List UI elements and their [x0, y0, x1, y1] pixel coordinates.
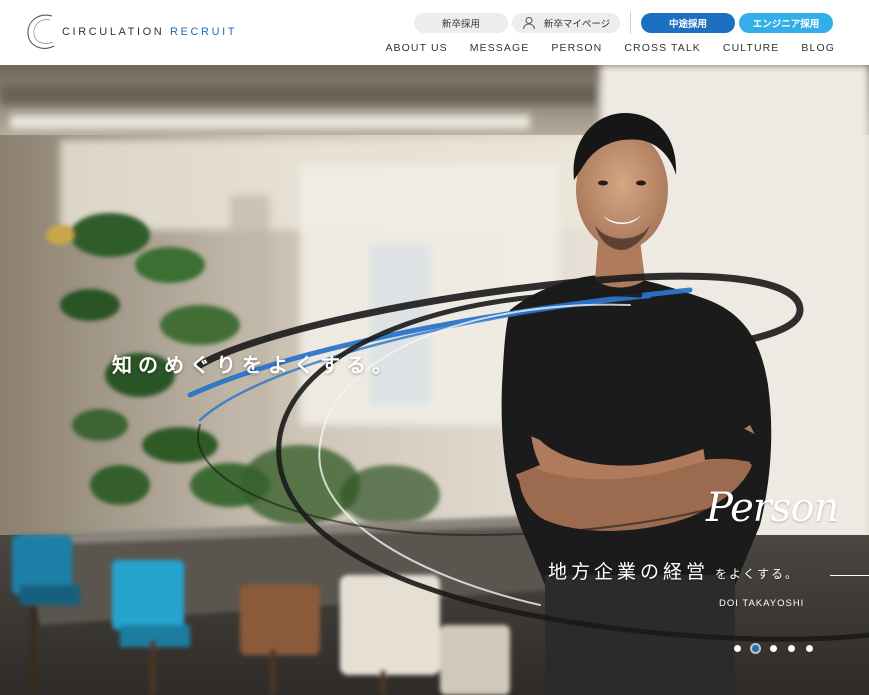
copy-underline: [830, 575, 869, 576]
top-links: 新卒採用 新卒マイページ 中途採用 エンジニア採用: [414, 12, 833, 34]
logo-text: CIRCULATION RECRUIT: [62, 26, 237, 38]
mid-career-button[interactable]: 中途採用: [641, 13, 735, 33]
main-nav: ABOUT US MESSAGE PERSON CROSS TALK CULTU…: [385, 42, 835, 54]
person-copy-main: 地方企業の経営: [548, 561, 710, 583]
circulation-logo-icon: [27, 14, 55, 49]
nav-message[interactable]: MESSAGE: [470, 42, 530, 54]
slider-dot-4[interactable]: [788, 645, 795, 652]
header-divider: [630, 12, 631, 34]
nav-about-us[interactable]: ABOUT US: [385, 42, 447, 54]
mypage-button[interactable]: 新卒マイページ: [512, 13, 620, 33]
engineer-button[interactable]: エンジニア採用: [739, 13, 833, 33]
slider-dot-1[interactable]: [734, 645, 741, 652]
person-copy[interactable]: 地方企業の経営 をよくする。: [548, 557, 799, 584]
slider-dot-3[interactable]: [770, 645, 777, 652]
nav-culture[interactable]: CULTURE: [723, 42, 780, 54]
slider-dot-5[interactable]: [806, 645, 813, 652]
nav-blog[interactable]: BLOG: [801, 42, 835, 54]
person-copy-sub: をよくする。: [715, 567, 800, 581]
logo-text-main: CIRCULATION: [62, 26, 165, 38]
site-logo[interactable]: CIRCULATION RECRUIT: [24, 10, 237, 54]
nav-cross-talk[interactable]: CROSS TALK: [624, 42, 701, 54]
person-icon: [522, 17, 535, 30]
hero-slider: 知のめぐりをよくする。 Person 地方企業の経営 をよくする。 DOI TA…: [0, 65, 869, 695]
mypage-label: 新卒マイページ: [543, 19, 611, 30]
hero-catchphrase: 知のめぐりをよくする。: [112, 353, 398, 377]
person-section-script: Person: [706, 485, 839, 531]
logo-text-accent: RECRUIT: [170, 26, 238, 38]
person-name: DOI TAKAYOSHI: [719, 598, 805, 609]
site-header: CIRCULATION RECRUIT 新卒採用 新卒マイページ 中途採用 エン…: [0, 0, 869, 65]
new-grad-button[interactable]: 新卒採用: [414, 13, 508, 33]
slider-dot-2[interactable]: [752, 645, 759, 652]
slider-pagination: [734, 645, 824, 652]
nav-person[interactable]: PERSON: [551, 42, 602, 54]
